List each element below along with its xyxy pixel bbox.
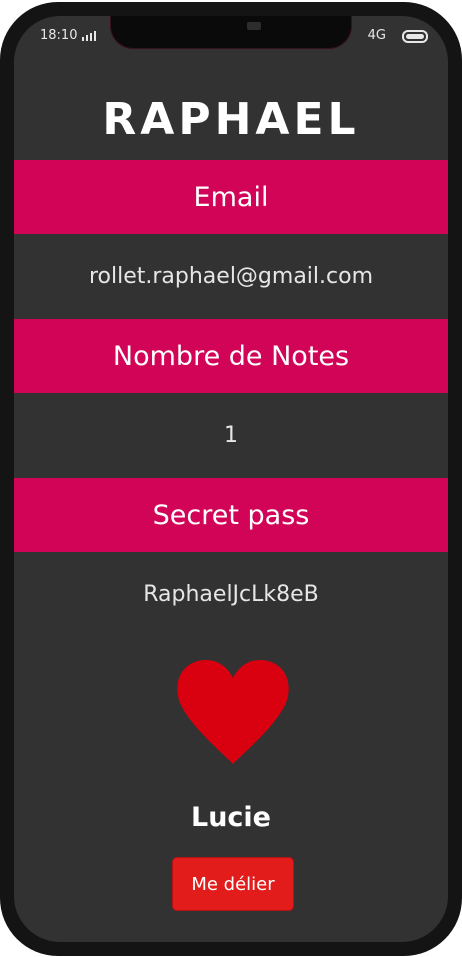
email-header: Email <box>14 160 448 234</box>
heart-icon <box>177 660 289 764</box>
phone-frame: 18:10 4G RAPHAEL Email rollet.raphael@gm… <box>0 2 462 956</box>
battery-icon <box>402 30 428 43</box>
email-value: rollet.raphael@gmail.com <box>88 264 374 289</box>
partner-name: Lucie <box>191 802 271 833</box>
speaker-icon <box>247 22 261 30</box>
status-network: 4G <box>367 28 386 43</box>
secret-pass-header: Secret pass <box>14 478 448 552</box>
notes-count-value: 1 <box>224 423 238 448</box>
notes-count-header: Nombre de Notes <box>14 319 448 393</box>
secret-pass-value: RaphaelJcLk8eB <box>143 582 319 607</box>
app-screen: 18:10 4G RAPHAEL Email rollet.raphael@gm… <box>14 16 448 942</box>
signal-icon <box>82 31 96 41</box>
unlink-button[interactable]: Me délier <box>173 858 293 910</box>
profile-name: RAPHAEL <box>102 94 360 145</box>
status-time: 18:10 <box>40 28 78 43</box>
device-notch <box>111 16 351 48</box>
